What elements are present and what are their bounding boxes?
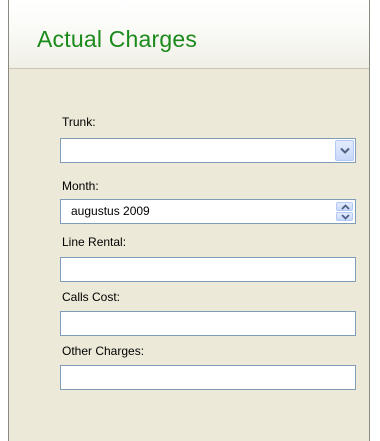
calls-cost-input[interactable] xyxy=(60,311,356,336)
actual-charges-panel: Actual Charges Trunk: Month: augustus 20… xyxy=(8,0,370,441)
trunk-select[interactable] xyxy=(60,138,356,163)
month-value[interactable]: augustus 2009 xyxy=(71,204,150,218)
other-charges-label: Other Charges: xyxy=(62,344,145,358)
trunk-label: Trunk: xyxy=(62,115,96,129)
month-decrement-button[interactable] xyxy=(336,212,353,221)
month-spin-buttons xyxy=(336,202,353,221)
month-spinner[interactable]: augustus 2009 xyxy=(60,199,356,224)
chevron-up-icon xyxy=(341,204,350,210)
panel-header: Actual Charges xyxy=(9,0,369,69)
other-charges-input[interactable] xyxy=(60,365,356,390)
month-label: Month: xyxy=(62,179,99,193)
chevron-down-icon xyxy=(340,147,350,154)
line-rental-input[interactable] xyxy=(60,257,356,282)
line-rental-label: Line Rental: xyxy=(62,235,127,249)
month-increment-button[interactable] xyxy=(336,202,353,211)
page-title: Actual Charges xyxy=(37,26,198,52)
trunk-dropdown-button[interactable] xyxy=(335,140,354,161)
calls-cost-label: Calls Cost: xyxy=(62,290,121,304)
chevron-down-icon xyxy=(341,214,350,220)
